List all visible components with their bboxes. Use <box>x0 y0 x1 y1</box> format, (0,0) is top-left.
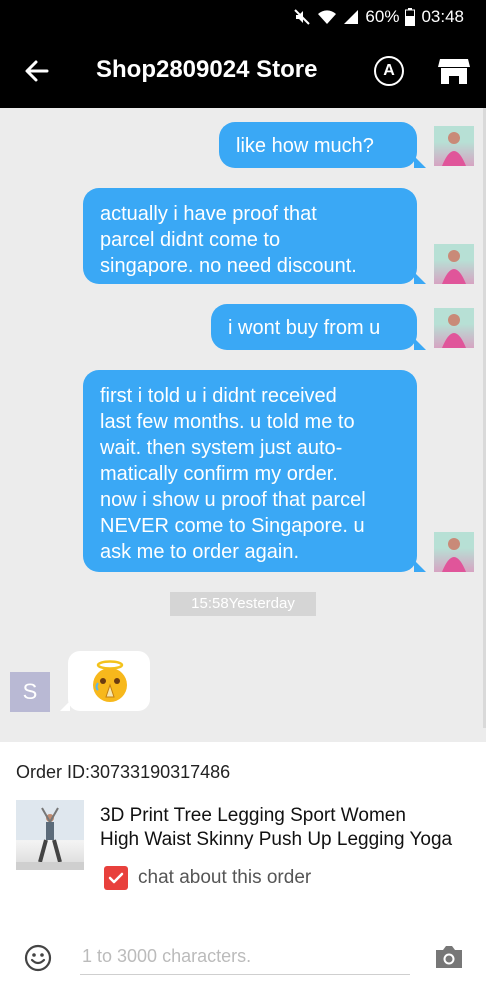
order-id-value: 30733190317486 <box>90 762 231 782</box>
check-icon <box>108 872 124 884</box>
message-bubble[interactable]: first i told u i didnt received last few… <box>83 370 426 572</box>
message-bubble[interactable]: i wont buy from u <box>211 304 426 350</box>
chat-area[interactable]: like how much? actually i have proof tha… <box>0 108 486 742</box>
user-avatar[interactable] <box>434 308 474 348</box>
status-bar: 60% 03:48 <box>0 0 486 34</box>
battery-icon <box>405 8 416 26</box>
chat-order-label: chat about this order <box>138 867 312 888</box>
user-avatar[interactable] <box>434 244 474 284</box>
app-bar: Shop2809024 Store A <box>0 34 486 108</box>
clock: 03:48 <box>421 7 464 26</box>
translate-icon: A <box>383 62 395 79</box>
message-input[interactable] <box>80 938 410 975</box>
signal-icon <box>344 10 359 24</box>
product-thumbnail[interactable] <box>16 800 84 870</box>
translate-button[interactable]: A <box>374 56 404 86</box>
page-title: Shop2809024 Store <box>96 56 318 83</box>
message-bubble[interactable]: like how much? <box>219 122 426 168</box>
user-avatar[interactable] <box>434 126 474 166</box>
mute-icon <box>294 9 311 25</box>
message-bubble[interactable]: actually i have proof that parcel didnt … <box>83 188 426 284</box>
emoji-icon[interactable] <box>24 944 52 972</box>
chat-order-checkbox[interactable] <box>104 866 128 890</box>
chat-about-order-option[interactable]: chat about this order <box>104 866 311 890</box>
seller-avatar[interactable]: S <box>10 672 50 712</box>
order-panel: Order ID:30733190317486 3D Print Tree Le… <box>0 742 486 1000</box>
order-id: Order ID:30733190317486 <box>16 762 231 782</box>
sticker-message[interactable] <box>60 651 150 711</box>
product-title[interactable]: 3D Print Tree Legging Sport Women High W… <box>100 804 472 852</box>
message-timestamp: 15:58Yesterday <box>170 592 316 616</box>
back-button[interactable] <box>22 56 52 86</box>
user-avatar[interactable] <box>434 532 474 572</box>
camera-icon[interactable] <box>434 944 464 970</box>
battery-percent: 60% <box>365 7 400 26</box>
praying-emoji-icon <box>93 660 127 702</box>
store-icon <box>438 59 470 84</box>
wifi-icon <box>318 10 337 24</box>
arrow-left-icon <box>25 60 49 82</box>
composer <box>0 932 486 992</box>
store-button[interactable] <box>437 54 471 88</box>
